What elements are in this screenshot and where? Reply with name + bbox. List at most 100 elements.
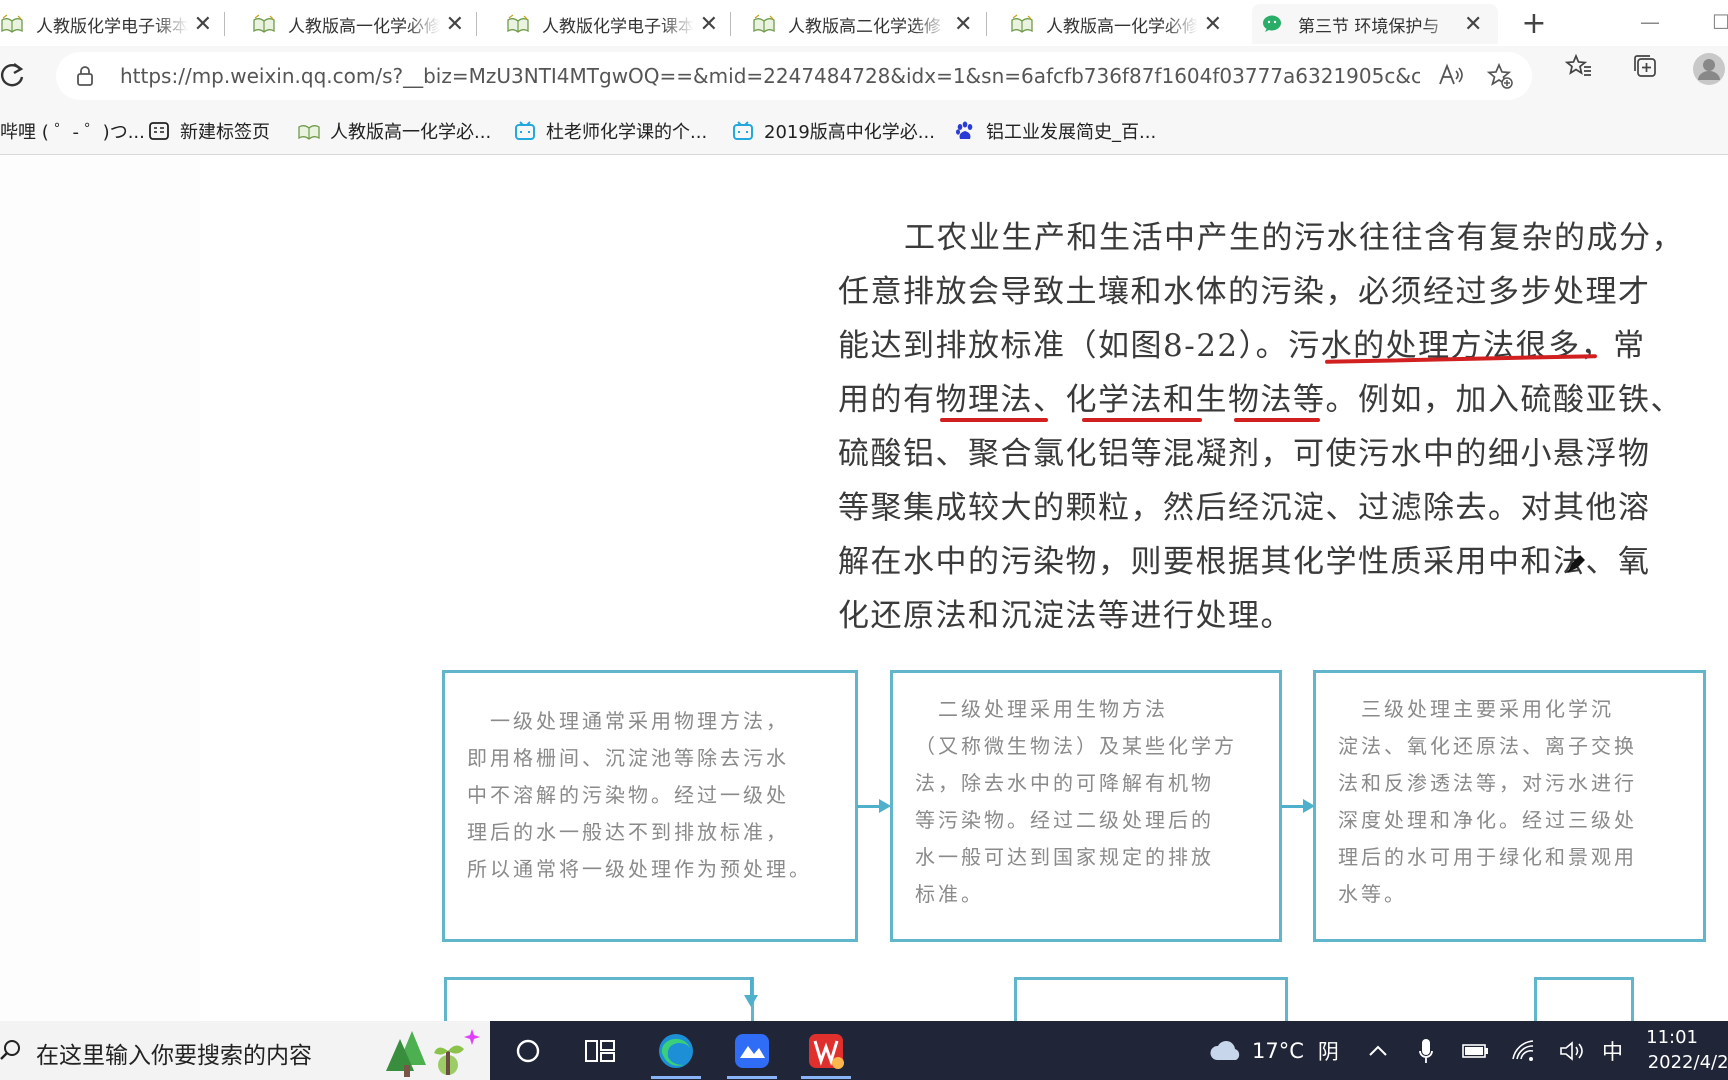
paragraph-line: 能达到排放标准（如图8-22）。污水的处理方法很多，常 [838,328,1646,364]
clock-date: 2022/4/29 [1647,1052,1728,1073]
flowchart-box-line: 水等。 [1338,882,1407,906]
bookmark-label: 新建标签页 [180,122,270,143]
weather-widget[interactable]: 17°C 阴 [1208,1021,1339,1080]
system-clock[interactable]: 11:01 2022/4/29 [1646,1025,1728,1075]
flowchart-box: 二级处理采用生物方法 （又称微生物法）及某些化学方 法，除去水中的可降解有机物 等污染… [890,670,1282,942]
tab-separator [986,12,987,36]
tab-title: 第三节 环境保护与 [1298,16,1440,37]
profile-avatar[interactable] [1692,52,1726,86]
newtab-icon [149,122,169,140]
network-tray[interactable] [1510,1021,1536,1080]
baidu-paw-icon [956,121,973,139]
flowchart-box-partial [1014,977,1288,1021]
minimize-button[interactable]: — [1640,10,1660,34]
tab-title: 人教版高一化学必修 [288,16,440,37]
tab-title: 人教版化学电子课本 [542,16,694,37]
flowchart-box-line: 理后的水可用于绿化和景观用 [1338,845,1637,869]
flowchart-box-line: 理后的水一般达不到排放标准， [467,820,789,844]
flowchart-box-partial [1534,977,1634,1021]
bookmark-item[interactable]: 新建标签页 [148,116,270,146]
battery-tray[interactable] [1462,1021,1490,1080]
search-highlight-illustration [386,1029,480,1077]
address-bar[interactable]: https://mp.weixin.qq.com/s?__biz=MzU3NTI… [56,52,1532,100]
flowchart-box-line: 所以通常将一级处理作为预处理。 [467,857,812,881]
bookmark-label: 人教版高一化学必... [330,122,492,143]
show-hidden-icons-button[interactable] [1368,1021,1388,1080]
bookmark-label: 哔哩 ( ゜- ゜)つ... [0,122,145,143]
flowchart-box-line: 三级处理主要采用化学沉 [1338,697,1614,721]
add-favorite-icon[interactable] [1486,62,1514,90]
book-favicon [753,14,775,33]
book-icon [298,125,320,140]
bookmark-item[interactable]: 人教版高一化学必... [298,116,491,146]
bookmark-label: 2019版高中化学必... [764,122,935,143]
microphone-tray[interactable] [1418,1021,1434,1080]
new-tab-button[interactable]: + [1516,6,1552,42]
page-margin [0,155,200,1021]
bilibili-icon [515,121,535,140]
favorites-icon[interactable] [1562,52,1596,86]
volume-tray[interactable] [1558,1021,1586,1080]
cortana-icon[interactable] [508,1031,548,1071]
edge-browser-icon[interactable] [656,1031,696,1071]
article-paragraph: 工农业生产和生活中产生的污水往往含有复杂的成分， 任意排放会导致土壤和水体的污染，… [838,211,1708,643]
microphone-icon [1419,1038,1433,1063]
search-icon [0,1040,20,1060]
input-method-indicator[interactable]: 中 [1602,1021,1623,1080]
wps-active-indicator [801,1076,851,1079]
article-page: 工农业生产和生活中产生的污水往往含有复杂的成分， 任意排放会导致土壤和水体的污染，… [0,155,1728,1021]
url-text[interactable]: https://mp.weixin.qq.com/s?__biz=MzU3NTI… [120,64,1420,88]
maximize-button[interactable]: ☐ [1712,10,1728,34]
paragraph-line: 化还原法和沉淀法等进行处理。 [838,598,1293,634]
close-tab-icon[interactable]: ✕ [1464,12,1482,37]
close-tab-icon[interactable]: ✕ [700,12,718,37]
close-tab-icon[interactable]: ✕ [954,12,972,37]
taskbar-search-box[interactable]: 在这里输入你要搜索的内容 [0,1021,490,1080]
browser-tab[interactable]: 人教版高一化学必修 ✕ [1000,4,1232,44]
read-aloud-icon[interactable] [1436,62,1464,90]
bookmark-item[interactable]: 2019版高中化学必... [732,116,935,146]
clock-time: 11:01 [1646,1027,1698,1048]
flowchart-box-line: 淀法、氧化还原法、离子交换 [1338,734,1637,758]
reload-icon[interactable] [0,60,26,90]
bookmark-item[interactable]: 杜老师化学课的个... [514,116,707,146]
book-favicon [1011,14,1033,33]
flowchart-box: 三级处理主要采用化学沉 淀法、氧化还原法、离子交换 法和反渗透法等，对污水进行 深度处… [1313,670,1706,942]
tab-title: 人教版高一化学必修 [1046,16,1198,37]
paragraph-line: 任意排放会导致土壤和水体的污染，必须经过多步处理才 [838,274,1651,310]
close-tab-icon[interactable]: ✕ [446,12,464,37]
tab-title: 人教版高二化学选修 [788,16,941,37]
browser-tab[interactable]: 人教版化学电子课本 ✕ [0,4,222,44]
wps-office-icon[interactable] [806,1031,846,1071]
collections-icon[interactable] [1628,52,1662,86]
search-placeholder: 在这里输入你要搜索的内容 [36,1043,312,1069]
flowchart-box-line: 水一般可达到国家规定的排放 [915,845,1214,869]
bookmarks-bar: 哔哩 ( ゜- ゜)つ... 新建标签页 人教版高一化学必... 杜老师化学课的个..… [0,108,1728,155]
tab-title: 人教版化学电子课本 [36,16,188,37]
navigation-bar: https://mp.weixin.qq.com/s?__biz=MzU3NTI… [0,46,1728,108]
flowchart-box: 一级处理通常采用物理方法， 即用格栅间、沉淀池等除去污水 中不溶解的污染物。经过一级… [442,670,858,942]
lock-icon[interactable] [76,66,94,86]
pen-cursor-icon [1567,555,1585,573]
browser-tab[interactable]: 人教版化学电子课本 ✕ [496,4,728,44]
annotation-underline [940,418,1048,422]
tab-separator [224,12,225,36]
tab-separator [476,12,477,36]
bookmark-label: 杜老师化学课的个... [546,122,708,143]
browser-tab[interactable]: 人教版高二化学选修 ✕ [742,4,984,44]
close-tab-icon[interactable]: ✕ [1204,12,1222,37]
browser-tab[interactable]: 第三节 环境保护与 ✕ [1252,4,1498,44]
tab-separator [730,12,731,36]
tencent-meeting-icon[interactable] [732,1031,772,1071]
close-tab-icon[interactable]: ✕ [194,12,212,37]
ime-label: 中 [1602,1039,1623,1064]
flowchart-box-line: 中不溶解的污染物。经过一级处 [467,783,789,807]
annotation-underline [1082,418,1202,422]
book-favicon [507,14,529,33]
meeting-active-indicator [727,1076,777,1079]
task-view-icon[interactable] [580,1031,620,1071]
flowchart-box-line: 一级处理通常采用物理方法， [467,709,789,733]
bookmark-item[interactable]: 铝工业发展简史_百... [954,116,1156,146]
bookmark-item[interactable]: 哔哩 ( ゜- ゜)つ... [0,116,145,146]
browser-tab[interactable]: 人教版高一化学必修 ✕ [242,4,474,44]
